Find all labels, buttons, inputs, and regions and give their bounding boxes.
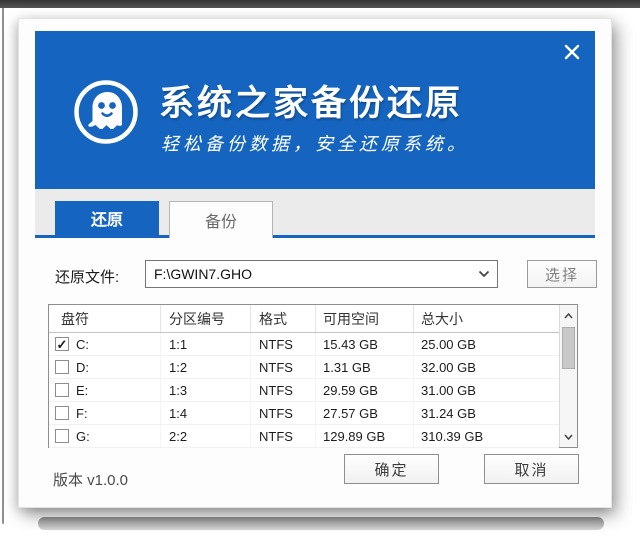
tab-backup[interactable]: 备份 <box>169 201 273 238</box>
table-row-d[interactable]: D: 1:2 NTFS 1.31 GB 32.00 GB <box>49 356 559 379</box>
table-scrollbar[interactable] <box>559 305 577 447</box>
column-header-total-size: 总大小 <box>414 305 577 332</box>
left-frame-line <box>2 8 4 524</box>
format-value: NTFS <box>251 425 316 447</box>
bottom-frame-band <box>38 517 604 530</box>
checkbox-unchecked[interactable] <box>55 360 69 374</box>
checkbox-checked[interactable]: ✓ <box>55 337 69 351</box>
ok-button[interactable]: 确定 <box>344 454 439 484</box>
format-value: NTFS <box>251 402 316 424</box>
choose-file-button[interactable]: 选择 <box>527 260 597 288</box>
app-window: 系统之家备份还原 轻松备份数据，安全还原系统。 还原 备份 还原文件: F:\G… <box>18 18 612 508</box>
table-row-e[interactable]: E: 1:3 NTFS 29.59 GB 31.00 GB <box>49 379 559 402</box>
partition-value: 1:1 <box>161 333 251 355</box>
table-row-c[interactable]: ✓ C: 1:1 NTFS 15.43 GB 25.00 GB <box>49 333 559 356</box>
tab-restore[interactable]: 还原 <box>55 201 159 235</box>
partition-table-body: ✓ C: 1:1 NTFS 15.43 GB 25.00 GB D: 1:2 NT… <box>49 333 559 447</box>
free-space-value: 29.59 GB <box>316 379 414 401</box>
scrollbar-down-icon[interactable] <box>560 428 577 445</box>
table-row-f[interactable]: F: 1:4 NTFS 27.57 GB 31.24 GB <box>49 402 559 425</box>
checkbox-unchecked[interactable] <box>55 383 69 397</box>
app-title: 系统之家备份还原 <box>159 75 463 126</box>
free-space-value: 1.31 GB <box>316 356 414 378</box>
drive-label: E: <box>76 383 88 398</box>
app-subtitle: 轻松备份数据，安全还原系统。 <box>161 130 469 156</box>
total-size-value: 310.39 GB <box>414 425 559 447</box>
partition-table: 盘符 分区编号 格式 可用空间 总大小 ✓ C: 1:1 NTFS 15.43 G… <box>48 304 578 448</box>
column-header-partition: 分区编号 <box>161 305 251 332</box>
column-header-format: 格式 <box>251 305 316 332</box>
format-value: NTFS <box>251 379 316 401</box>
free-space-value: 27.57 GB <box>316 402 414 424</box>
checkbox-unchecked[interactable] <box>55 406 69 420</box>
column-header-drive: 盘符 <box>49 305 161 332</box>
restore-file-combobox[interactable]: F:\GWIN7.GHO <box>145 260 498 288</box>
total-size-value: 31.00 GB <box>414 379 559 401</box>
tab-strip: 还原 备份 <box>35 189 595 238</box>
drive-label: C: <box>76 337 89 352</box>
screenshot-stage: 系统之家备份还原 轻松备份数据，安全还原系统。 还原 备份 还原文件: F:\G… <box>0 0 640 545</box>
column-header-free-space: 可用空间 <box>316 305 414 332</box>
scrollbar-thumb[interactable] <box>562 327 575 369</box>
drive-label: D: <box>76 360 89 375</box>
total-size-value: 25.00 GB <box>414 333 559 355</box>
version-label: 版本 v1.0.0 <box>53 469 128 490</box>
dropdown-chevron-icon[interactable] <box>471 270 497 278</box>
format-value: NTFS <box>251 356 316 378</box>
app-header: 系统之家备份还原 轻松备份数据，安全还原系统。 <box>35 31 595 189</box>
checkbox-unchecked[interactable] <box>55 429 69 443</box>
scrollbar-up-icon[interactable] <box>560 307 577 324</box>
format-value: NTFS <box>251 333 316 355</box>
partition-table-header: 盘符 分区编号 格式 可用空间 总大小 <box>49 305 577 333</box>
restore-file-value: F:\GWIN7.GHO <box>146 266 471 282</box>
ghost-logo-icon <box>73 79 139 145</box>
total-size-value: 32.00 GB <box>414 356 559 378</box>
close-button[interactable] <box>561 43 583 65</box>
free-space-value: 129.89 GB <box>316 425 414 447</box>
partition-value: 2:2 <box>161 425 251 447</box>
restore-file-label: 还原文件: <box>55 266 119 287</box>
partition-value: 1:4 <box>161 402 251 424</box>
drive-label: G: <box>76 429 90 444</box>
partition-value: 1:3 <box>161 379 251 401</box>
total-size-value: 31.24 GB <box>414 402 559 424</box>
drive-label: F: <box>76 406 88 421</box>
free-space-value: 15.43 GB <box>316 333 414 355</box>
restore-file-row: 还原文件: F:\GWIN7.GHO 选择 <box>55 260 600 288</box>
close-icon <box>564 44 580 65</box>
partition-value: 1:2 <box>161 356 251 378</box>
table-row-g[interactable]: G: 2:2 NTFS 129.89 GB 310.39 GB <box>49 425 559 448</box>
top-frame-band <box>0 0 640 8</box>
cancel-button[interactable]: 取消 <box>484 454 579 484</box>
